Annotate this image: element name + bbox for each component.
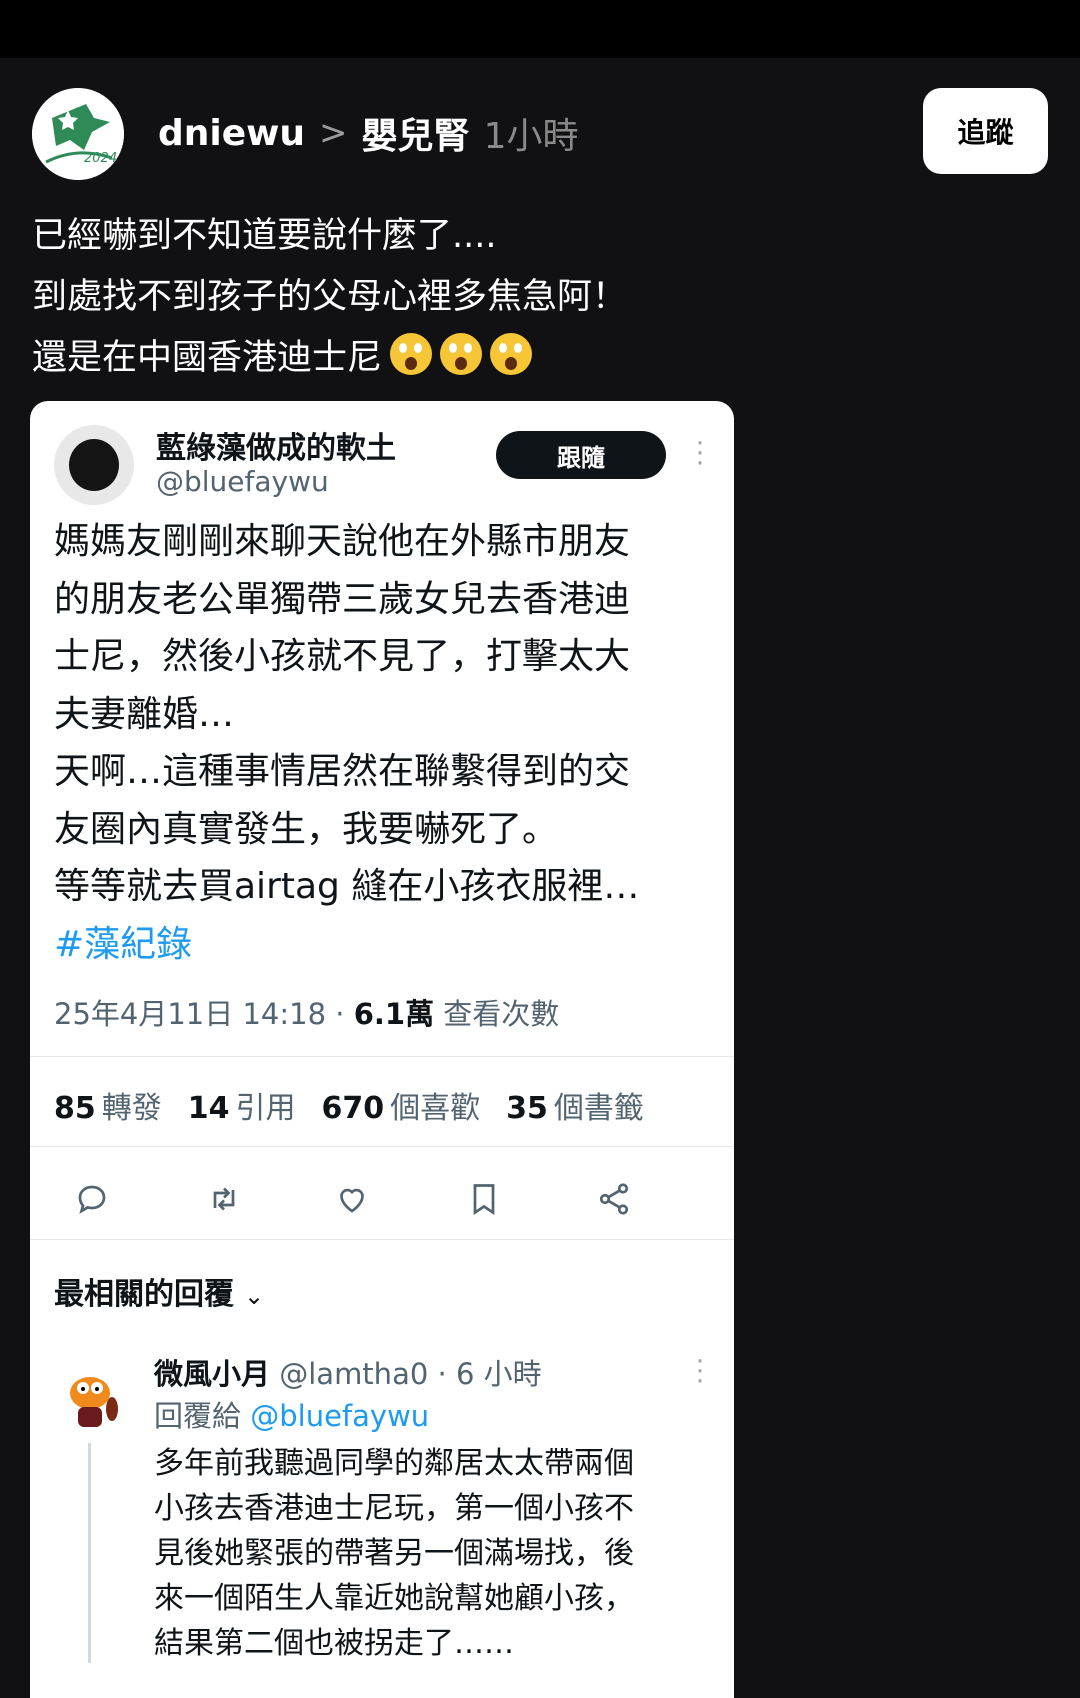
tweet-follow-button[interactable]: 跟隨	[496, 431, 666, 479]
reply-to-line: 回覆給 @bluefaywu	[154, 1399, 430, 1433]
reply-handle: @lamtha0	[279, 1357, 429, 1391]
tweet-display-name: 藍綠藻做成的軟土	[156, 431, 396, 466]
reply-time: · 6 小時	[437, 1357, 542, 1391]
reply-icon[interactable]	[74, 1181, 110, 1217]
post-time: 1小時	[483, 116, 579, 157]
retweet-icon[interactable]	[206, 1181, 242, 1217]
username[interactable]: dniewu	[158, 113, 305, 154]
post-author-row: dniewu > 嬰兒腎 1小時	[158, 104, 578, 162]
reply-body: 多年前我聽過同學的鄰居太太帶兩個 小孩去香港迪士尼玩，第一個小孩不 見後她緊張的…	[154, 1446, 634, 1661]
tweet-body: 媽媽友剛剛來聊天說他在外縣市朋友 的朋友老公單獨帶三歲女兒去香港迪 士尼，然後小…	[54, 513, 714, 973]
topic-tag[interactable]: 嬰兒腎	[362, 107, 470, 159]
reply-author-avatar[interactable]	[52, 1361, 128, 1437]
chevron-down-icon: ⌄	[244, 1282, 265, 1310]
more-options-icon[interactable]: · · ·	[690, 1349, 710, 1395]
hashtag-link[interactable]: #藻紀錄	[54, 916, 714, 974]
tweet-author-avatar[interactable]	[54, 425, 134, 505]
embedded-tweet-card[interactable]: 藍綠藻做成的軟土 @bluefaywu 跟隨 · · · 媽媽友剛剛來聊天說他在外縣…	[30, 401, 734, 1698]
quote-count[interactable]: 14 引用	[188, 1083, 296, 1127]
tweet-timestamp: 25年4月11日 14:18	[54, 997, 327, 1031]
share-icon[interactable]	[596, 1181, 632, 1217]
post-line: 已經嚇到不知道要說什麼了....	[32, 216, 497, 256]
tweet-stats: 85 轉發 14 引用 670 個喜歡 35 個書籤	[54, 1083, 644, 1127]
post-line: 還是在中國香港迪士尼	[32, 328, 1032, 389]
tweet-action-bar	[30, 1167, 734, 1231]
like-icon[interactable]	[334, 1181, 370, 1217]
divider	[30, 1056, 734, 1057]
reply-header: 微風小月 @lamtha0 · 6 小時	[154, 1351, 542, 1393]
view-count: 6.1萬	[353, 997, 435, 1031]
retweet-count[interactable]: 85 轉發	[54, 1083, 162, 1127]
follow-button[interactable]: 追蹤	[923, 88, 1048, 174]
thread-line	[88, 1443, 91, 1663]
like-count[interactable]: 670 個喜歡	[322, 1083, 481, 1127]
divider	[30, 1239, 734, 1240]
tweet-handle: @bluefaywu	[156, 465, 329, 498]
tweet-meta: 25年4月11日 14:18 · 6.1萬 查看次數	[54, 997, 560, 1031]
post-line: 到處找不到孩子的父母心裡多焦急阿！	[32, 277, 628, 317]
status-bar	[0, 0, 1080, 58]
sort-replies-dropdown[interactable]: 最相關的回覆 ⌄	[54, 1269, 264, 1313]
chevron-right-icon: >	[319, 113, 348, 153]
reply-to-handle-link[interactable]: @bluefaywu	[250, 1399, 429, 1433]
post-text: 已經嚇到不知道要說什麼了.... 到處找不到孩子的父母心裡多焦急阿！ 還是在中國…	[32, 206, 1032, 389]
reply-display-name: 微風小月	[154, 1357, 271, 1391]
bookmark-icon[interactable]	[466, 1181, 502, 1217]
scream-emoji-icon	[440, 333, 483, 375]
scream-emoji-icon	[490, 333, 533, 375]
bookmark-count[interactable]: 35 個書籤	[506, 1083, 644, 1127]
user-avatar[interactable]: 2024	[32, 88, 124, 180]
svg-text:2024: 2024	[84, 151, 117, 166]
more-options-icon[interactable]: · · ·	[690, 431, 710, 477]
divider	[30, 1146, 734, 1147]
scream-emoji-icon	[390, 333, 433, 375]
